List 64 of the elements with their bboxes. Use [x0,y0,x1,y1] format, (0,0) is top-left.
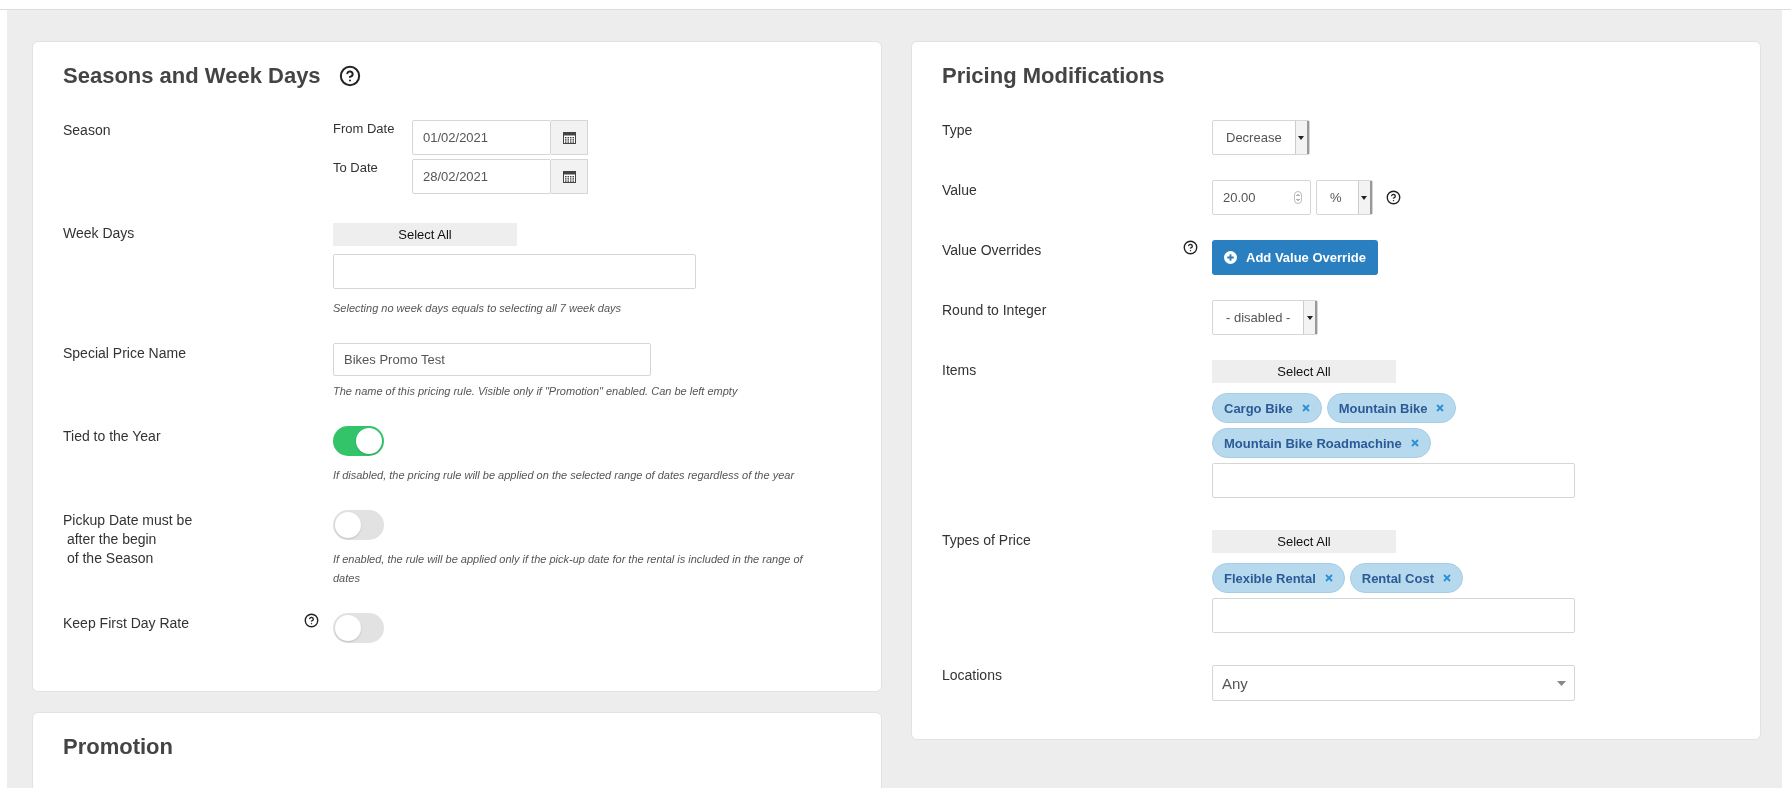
field-label: Week Days [63,224,135,243]
select-all-button[interactable]: Select All [333,223,517,246]
tag-chip[interactable]: Cargo Bike [1212,393,1322,423]
field-label: Tied to the Year [63,427,161,446]
field-label: Type [942,121,973,140]
field-label: Pickup Date must be after the begin of the Season [63,511,193,568]
toggle-switch[interactable] [333,613,384,643]
date-field[interactable]: 01/02/2021 [412,120,551,155]
unit-select[interactable]: % [1316,180,1373,215]
hint-text: Selecting no week days equals to selecting all 7 week days [333,301,621,316]
select-all-button[interactable]: Select All [1212,360,1396,383]
field-label: Season [63,121,111,140]
remove-icon[interactable] [1301,404,1310,412]
remove-icon[interactable] [1324,574,1333,582]
help-icon[interactable] [1385,190,1401,205]
calendar-button[interactable] [551,120,588,155]
help-icon[interactable] [304,613,319,628]
hint-text: If enabled, the rule will be applied only if the pick-up date for the rental is included in the range of dates [333,552,803,586]
card-title: Pricing Modifications [942,62,1165,90]
tag-chip[interactable]: Rental Cost [1349,563,1463,593]
field-label: Value Overrides [942,241,1042,260]
tag-chip[interactable]: Mountain Bike Roadmachine [1212,428,1431,458]
caret-icon [1303,301,1318,334]
caret-icon [1357,181,1372,214]
field-label: Keep First Day Rate [63,614,190,633]
caret-icon [1294,121,1309,154]
remove-icon[interactable] [1443,574,1451,582]
spinner-icon[interactable] [1294,191,1302,204]
multiselect-input[interactable] [1212,598,1575,633]
help-icon[interactable] [1183,240,1198,255]
hint-text: The name of this pricing rule. Visible only if "Promotion" enabled. Can be left empty [333,384,738,399]
tag-chip[interactable]: Mountain Bike [1326,393,1457,423]
caret-icon [1557,680,1566,686]
add-button[interactable]: Add Value Override [1212,240,1378,275]
field-label: Round to Integer [942,301,1047,320]
field-label: Locations [942,666,1002,685]
toggle-switch[interactable] [333,510,384,540]
field-label: Items [942,361,977,380]
plus-circle-icon [1224,251,1237,264]
calendar-icon [562,131,576,144]
multiselect-input[interactable] [1212,463,1575,498]
date-field[interactable]: 28/02/2021 [412,159,551,194]
select-field[interactable]: - disabled - [1212,300,1319,335]
field-label: Special Price Name [63,344,186,363]
text-field[interactable]: Bikes Promo Test [333,343,651,376]
select-field[interactable]: Decrease [1212,120,1310,155]
card-title: Seasons and Week Days [63,62,321,90]
dropdown-field[interactable]: Any [1212,665,1575,701]
card-title: Promotion [63,733,173,761]
field-label: Types of Price [942,531,1031,550]
toggle-switch[interactable] [333,426,384,456]
multiselect-input[interactable] [333,254,696,289]
remove-icon[interactable] [1410,439,1419,447]
calendar-button[interactable] [551,159,588,194]
tag-chip[interactable]: Flexible Rental [1212,563,1345,593]
hint-text: If disabled, the pricing rule will be applied on the selected range of dates regardless of the year [333,468,795,483]
date-label: To Date [333,159,379,177]
select-all-button[interactable]: Select All [1212,530,1396,553]
remove-icon[interactable] [1436,404,1445,412]
help-icon[interactable] [338,65,361,87]
calendar-icon [562,170,576,183]
number-field[interactable]: 20.00 [1212,180,1311,215]
field-label: Value [942,181,977,200]
date-label: From Date [333,120,396,138]
